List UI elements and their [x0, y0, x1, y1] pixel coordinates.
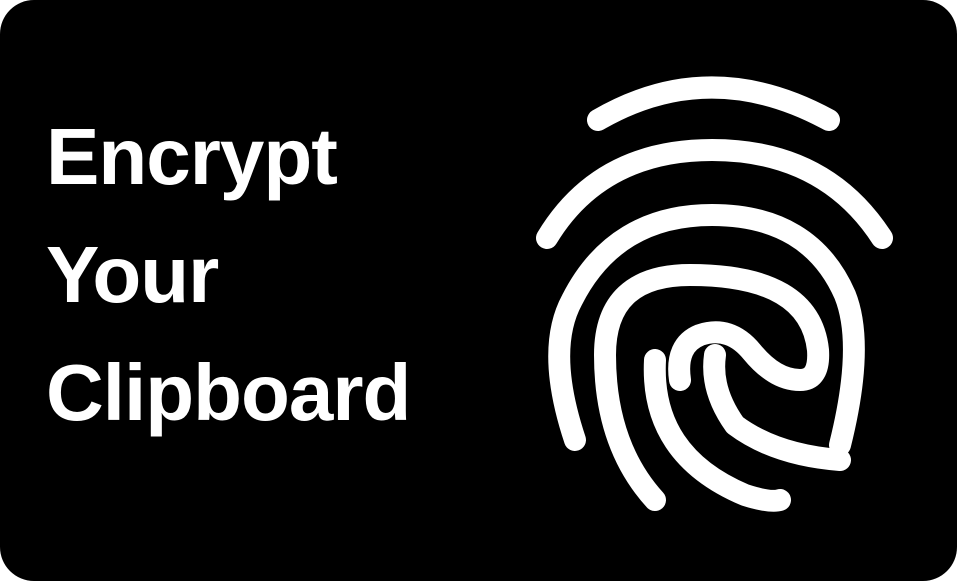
- headline-line-3: Clipboard: [46, 348, 411, 437]
- banner-card: Encrypt Your Clipboard: [0, 0, 957, 581]
- headline: Encrypt Your Clipboard: [46, 98, 411, 452]
- headline-line-1: Encrypt: [46, 112, 338, 201]
- headline-line-2: Your: [46, 230, 219, 319]
- fingerprint-icon: [536, 76, 893, 512]
